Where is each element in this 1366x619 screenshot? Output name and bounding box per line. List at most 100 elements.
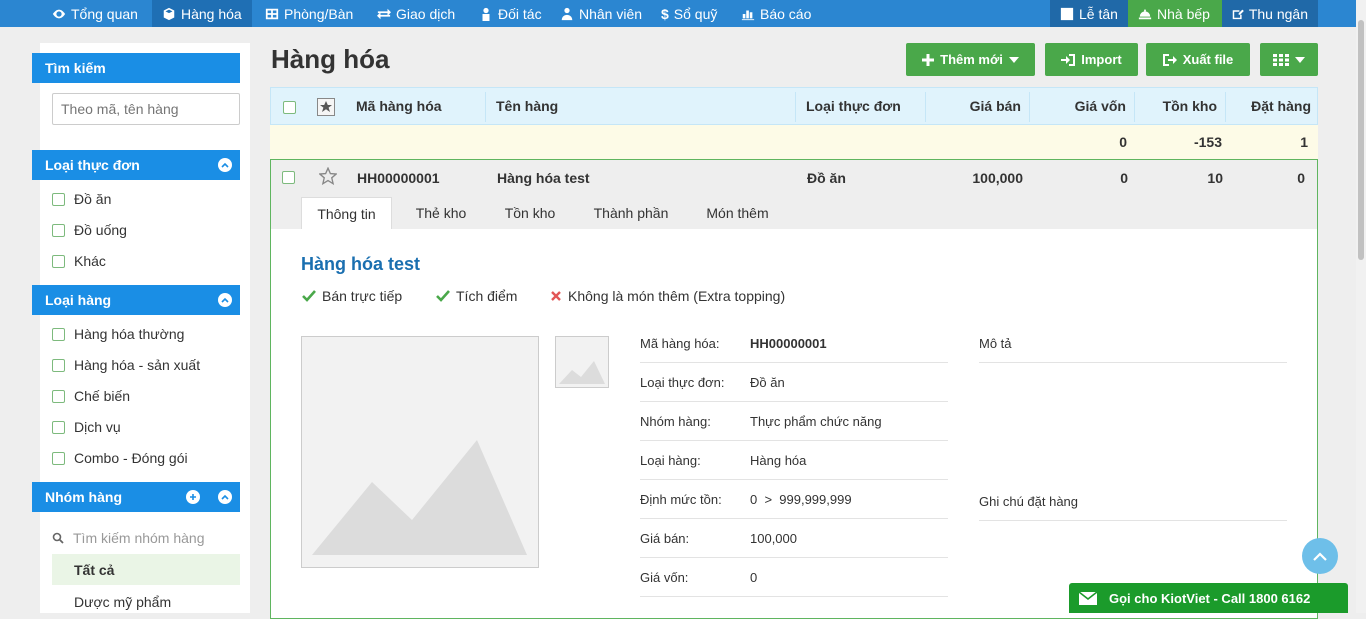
group-search-placeholder: Tìm kiếm nhóm hàng [73,530,205,546]
add-group-icon[interactable] [186,490,200,504]
item-type-option[interactable]: Chế biến [52,388,130,404]
group-item-all[interactable]: Tất cả [52,554,240,585]
item-type-option[interactable]: Combo - Đóng gói [52,450,188,466]
tab-info[interactable]: Thông tin [301,197,392,229]
tab-label: Thông tin [317,205,376,222]
row-checkbox[interactable] [282,171,295,184]
checkbox-icon[interactable] [52,327,65,341]
nav-label: Sổ quỹ [673,5,718,22]
button-label: Thêm mới [940,52,1003,67]
group-item[interactable]: Dược mỹ phẩm [74,594,171,610]
section-title-text: Nhóm hàng [45,489,122,505]
section-title-text: Loại hàng [45,292,112,308]
col-code[interactable]: Mã hàng hóa [356,98,442,114]
field-price: Giá bán: 100,000 [640,519,948,558]
star-column-icon[interactable] [317,98,335,116]
order-note-section: Ghi chú đặt hàng [979,482,1287,521]
row-order: 0 [1297,170,1305,186]
summary-cost: 0 [1119,134,1127,150]
nav-label: Nhà bếp [1157,5,1210,22]
item-type-option[interactable]: Hàng hóa thường [52,326,184,342]
col-cost[interactable]: Giá vốn [1036,98,1126,114]
add-new-button[interactable]: Thêm mới [906,43,1035,76]
image-icon [312,440,527,555]
column-separator [925,92,926,122]
import-button[interactable]: Import [1045,43,1138,76]
menu-type-option-drink[interactable]: Đồ uống [52,222,127,238]
nav-staff[interactable]: Nhân viên [550,0,652,27]
item-type-option[interactable]: Dịch vụ [52,419,121,435]
nav-products[interactable]: Hàng hóa [152,0,252,27]
col-stock[interactable]: Tồn kho [1137,98,1217,114]
cross-icon [551,291,561,301]
button-label: Xuất file [1182,52,1234,67]
flag-points: Tích điểm [436,288,517,304]
caret-down-icon [1008,56,1019,63]
nav-label: Hàng hóa [181,5,242,22]
tab-extras[interactable]: Món thêm [691,197,784,229]
table-row[interactable]: HH00000001 Hàng hóa test Đồ ăn 100,000 0… [271,160,1317,229]
summary-row: 0 -153 1 [270,125,1318,159]
collapse-icon[interactable] [218,490,232,504]
field-label: Định mức tồn: [640,492,722,507]
collapse-icon[interactable] [218,158,232,172]
tab-components[interactable]: Thành phần [581,197,681,229]
checkbox-icon[interactable] [52,451,65,465]
nav-cashbook[interactable]: $ Sổ quỹ [651,0,727,27]
option-label: Combo - Đóng gói [74,450,188,466]
tab-label: Thẻ kho [415,205,467,221]
field-label: Giá bán: [640,531,690,546]
flag-extra-topping: Không là món thêm (Extra topping) [550,288,785,304]
nav-reception[interactable]: Lễ tân [1050,0,1128,27]
call-bar-text: Gọi cho KiotViet - Call 1800 6162 [1109,590,1311,606]
group-label: Tất cả [74,561,115,578]
item-type-option[interactable]: Hàng hóa - sản xuất [52,357,200,373]
checkbox-icon[interactable] [52,192,65,206]
col-order[interactable]: Đặt hàng [1226,98,1311,114]
checkbox-icon[interactable] [52,389,65,403]
field-group: Nhóm hàng: Thực phẩm chức năng [640,402,948,441]
tab-inventory[interactable]: Tồn kho [490,197,570,229]
checkbox-icon[interactable] [52,358,65,372]
search-input[interactable] [52,93,240,125]
nav-overview[interactable]: Tổng quan [42,0,148,27]
scroll-to-top-button[interactable] [1302,538,1338,574]
menu-type-option-food[interactable]: Đồ ăn [52,191,111,207]
select-all-checkbox[interactable] [283,101,296,114]
scrollbar-thumb[interactable] [1358,20,1364,260]
export-button[interactable]: Xuất file [1146,43,1250,76]
option-label: Đồ uống [74,222,127,238]
button-label: Import [1081,52,1122,67]
image-placeholder-large[interactable] [301,336,539,568]
nav-partners[interactable]: Đối tác [469,0,552,27]
description-label: Mô tả [979,336,1012,351]
tab-label: Thành phần [593,205,669,221]
caret-down-icon [1295,56,1305,63]
nav-transactions[interactable]: Giao dịch [367,0,465,27]
nav-cashier[interactable]: Thu ngân [1222,0,1318,27]
top-nav: Tổng quan Hàng hóa Phòng/Bàn Giao dịch Đ… [0,0,1356,27]
nav-reports[interactable]: Báo cáo [731,0,821,27]
menu-type-option-other[interactable]: Khác [52,253,106,269]
tab-stock-card[interactable]: Thẻ kho [403,197,479,229]
nav-tables[interactable]: Phòng/Bàn [255,0,363,27]
edit-icon [1232,9,1244,19]
nav-kitchen[interactable]: Nhà bếp [1128,0,1222,27]
call-support-bar[interactable]: Gọi cho KiotViet - Call 1800 6162 [1069,583,1348,613]
column-view-button[interactable] [1260,43,1318,76]
col-name[interactable]: Tên hàng [496,98,558,114]
col-price[interactable]: Giá bán [931,98,1021,114]
image-thumbnail[interactable] [555,336,609,388]
collapse-icon[interactable] [218,293,232,307]
star-outline-icon[interactable] [319,167,337,185]
item-type-section-header[interactable]: Loại hàng [32,285,240,315]
group-section-header[interactable]: Nhóm hàng [32,482,240,512]
checkbox-icon[interactable] [52,223,65,237]
checkbox-icon[interactable] [52,420,65,434]
group-search[interactable]: Tìm kiếm nhóm hàng [52,530,205,546]
scrollbar[interactable] [1356,0,1366,613]
col-menu-type[interactable]: Loại thực đơn [806,98,901,114]
menu-type-section-header[interactable]: Loại thực đơn [32,150,240,180]
checkbox-icon[interactable] [52,254,65,268]
check-icon [302,290,316,302]
